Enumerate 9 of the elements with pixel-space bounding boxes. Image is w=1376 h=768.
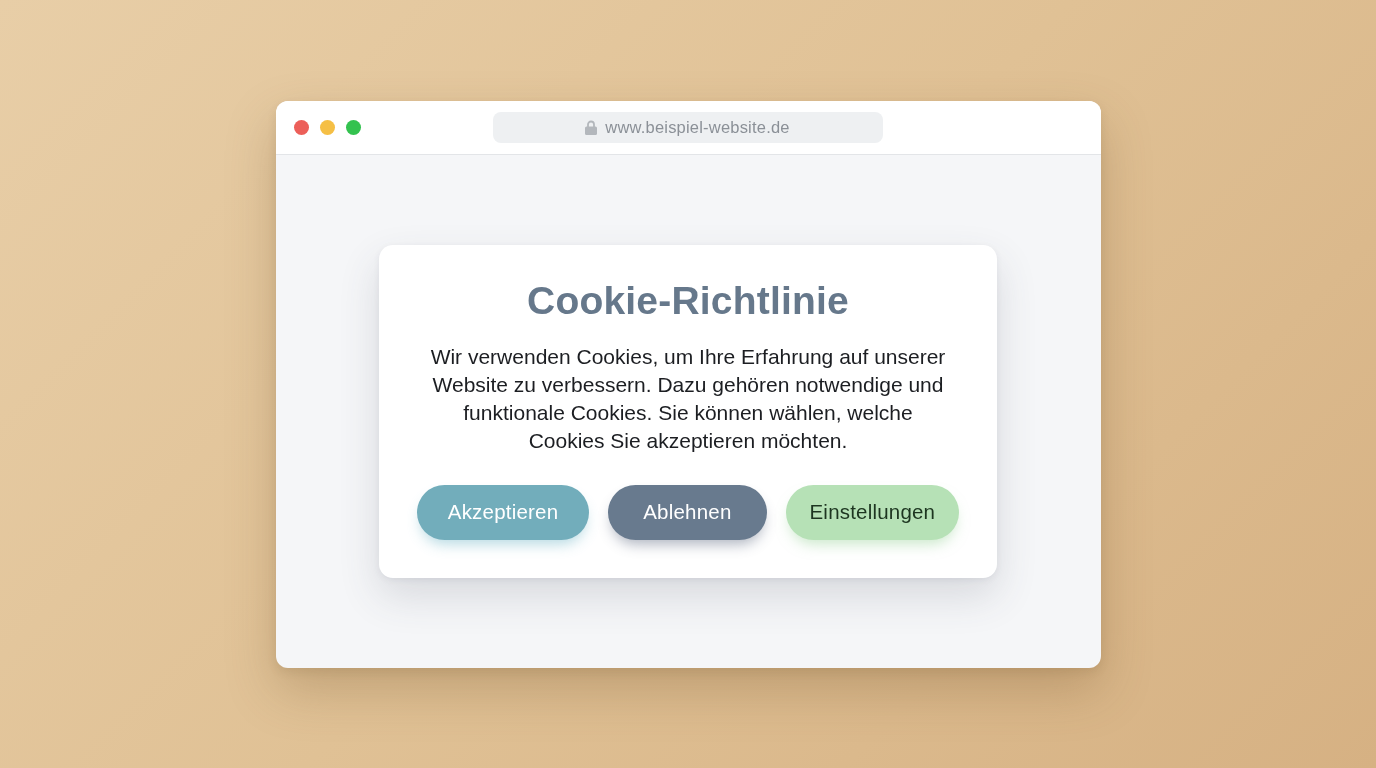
settings-button[interactable]: Einstellungen bbox=[785, 484, 960, 540]
maximize-icon[interactable] bbox=[345, 119, 361, 135]
dialog-title: Cookie-Richtlinie bbox=[527, 277, 849, 324]
close-icon[interactable] bbox=[293, 119, 309, 135]
minimize-icon[interactable] bbox=[319, 119, 335, 135]
dialog-message: Wir verwenden Cookies, um Ihre Erfahrung auf unserer Website zu verbessern. Dazu gehören notwendige und funktionale Cookies. Sie können wählen, welche Cookies Sie akzeptieren möchten. bbox=[429, 343, 947, 454]
address-bar[interactable]: www.beispiel-website.de bbox=[492, 111, 883, 143]
accept-button[interactable]: Akzeptieren bbox=[416, 484, 590, 540]
reject-button[interactable]: Ablehnen bbox=[608, 484, 767, 540]
